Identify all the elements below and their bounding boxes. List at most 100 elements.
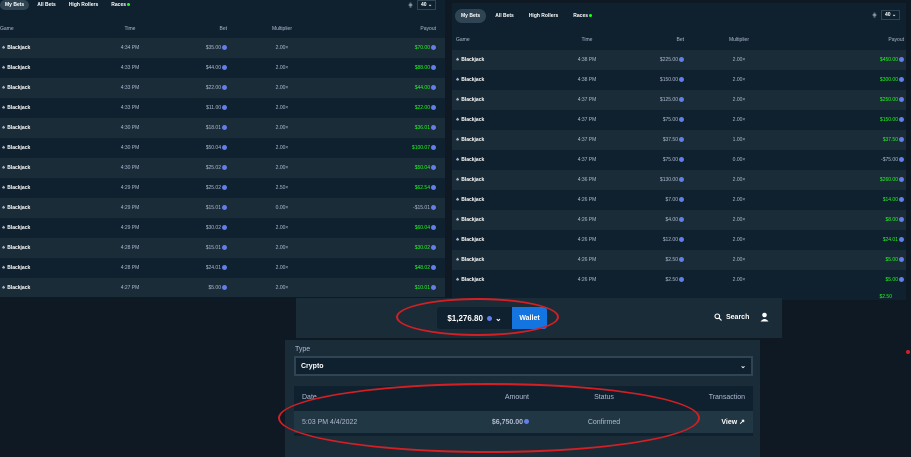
bet-cell: $25.02	[140, 185, 227, 191]
payout-amount: $88.00	[414, 65, 430, 71]
bet-cell: $75.00	[622, 117, 684, 123]
bet-amount: $4.00	[665, 217, 678, 223]
bet-amount: $18.01	[205, 125, 221, 131]
bet-row[interactable]: ♠ Blackjack 4:29 PM $15.01 0.00× -$15.01	[0, 198, 445, 218]
bet-row[interactable]: ♠ Blackjack 4:26 PM $2.50 2.00× $5.00	[452, 270, 906, 290]
bet-row[interactable]: ♠ Blackjack 4:26 PM $4.00 2.00× $8.00	[452, 210, 906, 230]
bet-amount: $15.01	[205, 205, 221, 211]
search-label: Search	[726, 313, 750, 321]
eth-coin-icon	[899, 57, 904, 63]
payout-amount: $100.07	[411, 145, 430, 151]
bet-cell: $11.00	[140, 105, 227, 111]
bet-amount: $15.01	[205, 245, 221, 251]
time-cell: 4:26 PM	[577, 277, 597, 283]
multiplier-cell: 2.00×	[732, 117, 746, 123]
bet-amount: $30.02	[205, 225, 221, 231]
payout-cell: $24.01	[794, 237, 904, 243]
time-cell: 4:30 PM	[120, 125, 140, 131]
transaction-row: 5:03 PM 4/4/2022 $6,750.00 Confirmed Vie…	[294, 411, 753, 433]
game-name: Blackjack	[461, 177, 485, 183]
tab-all-bets[interactable]: All Bets	[489, 9, 520, 23]
payout-amount: $48.02	[414, 265, 430, 271]
bet-row[interactable]: ♠ Blackjack 4:29 PM $30.02 2.00× $60.04	[0, 218, 445, 238]
game-cell: ♠ Blackjack	[452, 177, 552, 183]
tab-my-bets[interactable]: My Bets	[0, 0, 30, 10]
wallet-button[interactable]: Wallet	[512, 307, 547, 329]
time-cell: 4:26 PM	[577, 257, 597, 263]
bet-row[interactable]: ♠ Blackjack 4:36 PM $130.00 2.00× $260.00	[452, 170, 906, 190]
user-icon[interactable]	[760, 312, 769, 322]
tab-high-rollers[interactable]: High Rollers	[64, 0, 103, 10]
multiplier-cell: 0.00×	[275, 205, 289, 211]
multiplier-cell: 2.00×	[275, 285, 289, 291]
spade-icon: ♠	[2, 245, 6, 251]
payout-cell: $88.00	[337, 65, 436, 71]
eth-coin-icon	[899, 257, 904, 263]
spade-icon: ♠	[456, 117, 460, 123]
tab-races[interactable]: Races	[567, 9, 598, 23]
tab-races[interactable]: Races	[106, 0, 135, 10]
tx-view-link[interactable]: View ↗	[639, 418, 753, 426]
bet-row[interactable]: ♠ Blackjack 4:30 PM $50.04 2.00× $100.07	[0, 138, 445, 158]
bet-row[interactable]: ♠ Blackjack 4:33 PM $44.00 2.00× $88.00	[0, 58, 445, 78]
bet-row[interactable]: ♠ Blackjack 4:37 PM $75.00 0.00× -$75.00	[452, 150, 906, 170]
spade-icon: ♠	[456, 57, 460, 63]
tab-high-rollers[interactable]: High Rollers	[523, 9, 564, 23]
bet-row[interactable]: ♠ Blackjack 4:33 PM $22.00 2.00× $44.00	[0, 78, 445, 98]
tab-my-bets[interactable]: My Bets	[455, 9, 487, 23]
eth-coin-icon	[431, 65, 436, 71]
eth-coin-icon	[431, 185, 436, 191]
bet-row[interactable]: ♠ Blackjack 4:26 PM $12.00 2.00× $24.01	[452, 230, 906, 250]
payout-amount: -$75.00	[881, 157, 898, 163]
bet-row[interactable]: ♠ Blackjack 4:38 PM $225.00 2.00× $450.00	[452, 50, 906, 70]
game-cell: ♠ Blackjack	[452, 77, 552, 83]
bet-row[interactable]: ♠ Blackjack 4:28 PM $15.01 2.00× $30.02	[0, 238, 445, 258]
multiplier-cell: 2.00×	[275, 65, 289, 71]
bet-row[interactable]: ♠ Blackjack 4:37 PM $125.00 2.00× $250.00	[452, 90, 906, 110]
game-name: Blackjack	[7, 165, 31, 171]
bet-row[interactable]: ♠ Blackjack 4:34 PM $35.00 2.00× $70.00	[0, 38, 445, 58]
bet-row[interactable]: ♠ Blackjack 4:28 PM $24.01 2.00× $48.02	[0, 258, 445, 278]
bet-row[interactable]: ♠ Blackjack 4:26 PM $2.50 2.00× $5.00	[452, 250, 906, 270]
bet-cell: $18.01	[140, 125, 227, 131]
bet-row[interactable]: ♠ Blackjack 4:26 PM $7.00 2.00× $14.00	[452, 190, 906, 210]
right-count-select[interactable]: 40 ⌄	[881, 10, 901, 20]
bet-row[interactable]: ♠ Blackjack 4:38 PM $150.00 2.00× $300.00	[452, 70, 906, 90]
bet-row[interactable]: ♠ Blackjack 4:33 PM $11.00 2.00× $22.00	[0, 98, 445, 118]
game-name: Blackjack	[7, 145, 31, 151]
bet-cell: $125.00	[622, 97, 684, 103]
search-button[interactable]: Search	[714, 313, 749, 321]
game-name: Blackjack	[461, 197, 485, 203]
type-select[interactable]: Crypto ⌄	[294, 356, 753, 376]
eth-coin-icon	[431, 265, 436, 271]
game-cell: ♠ Blackjack	[452, 137, 552, 143]
payout-cell: $37.50	[794, 137, 904, 143]
bet-row[interactable]: ♠ Blackjack 4:30 PM $18.01 2.00× $36.01	[0, 118, 445, 138]
time-cell: 4:38 PM	[577, 57, 597, 63]
balance-dropdown[interactable]: $1,276.80 ⌄	[437, 307, 512, 329]
bet-row[interactable]: ♠ Blackjack 4:27 PM $5.00 2.00× $10.01	[0, 278, 445, 297]
bet-cell: $15.01	[140, 245, 227, 251]
game-cell: ♠ Blackjack	[452, 197, 552, 203]
bet-cell: $25.02	[140, 165, 227, 171]
bet-row[interactable]: ♠ Blackjack 4:30 PM $25.02 2.00× $50.04	[0, 158, 445, 178]
bet-row[interactable]: ♠ Blackjack 4:37 PM $75.00 2.00× $150.00	[452, 110, 906, 130]
multiplier-cell: 2.00×	[275, 245, 289, 251]
payout-amount: $450.00	[879, 57, 898, 63]
payout-cell: $70.00	[337, 45, 436, 51]
tab-all-bets[interactable]: All Bets	[32, 0, 61, 10]
bet-row[interactable]: ♠ Blackjack 4:37 PM $37.50 1.00× $37.50	[452, 130, 906, 150]
payout-amount: $22.00	[414, 105, 430, 111]
type-label: Type	[295, 346, 311, 353]
eth-coin-icon	[431, 205, 436, 211]
eth-coin-icon	[899, 97, 904, 103]
bet-cell: $150.00	[622, 77, 684, 83]
payout-amount: $70.00	[414, 45, 430, 51]
hash-icon: ⋕	[408, 2, 414, 9]
payout-cell: $5.00	[794, 257, 904, 263]
bet-amount: $7.00	[665, 197, 678, 203]
left-count-select[interactable]: 40 ⌄	[417, 0, 437, 10]
bet-row[interactable]: ♠ Blackjack 4:29 PM $25.02 2.50× $62.54	[0, 178, 445, 198]
tx-col-amount: Amount	[504, 394, 529, 401]
payout-amount: $36.01	[414, 125, 430, 131]
